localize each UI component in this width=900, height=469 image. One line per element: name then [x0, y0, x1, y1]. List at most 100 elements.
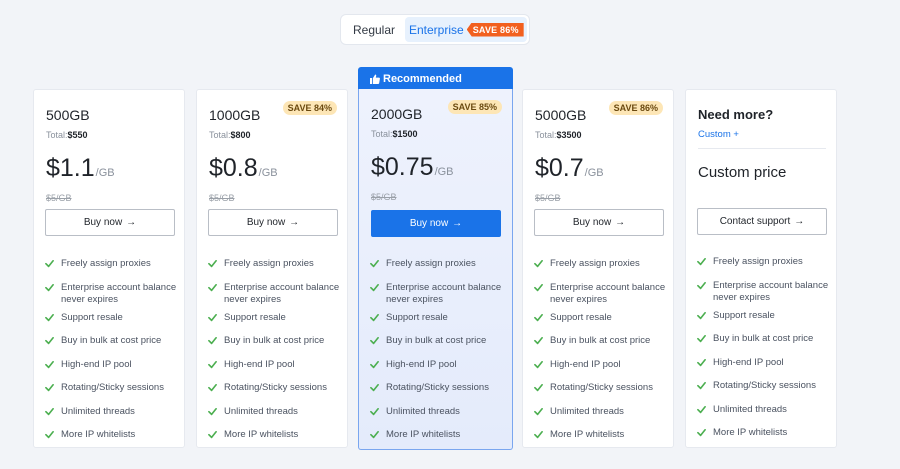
feature-item: Enterprise account balance never expires: [45, 282, 185, 306]
check-icon: [534, 259, 543, 268]
custom-title: Need more?: [698, 107, 774, 122]
plan-card-custom: Need more? Custom + Custom price Contact…: [685, 89, 837, 448]
tab-enterprise[interactable]: Enterprise SAVE 86%: [405, 17, 527, 42]
plan-card-5000gb: SAVE 86% 5000GB Total:$3500 $0.7/GB $5/G…: [522, 89, 674, 448]
arrow-right-icon: →: [452, 218, 463, 229]
feature-item: Enterprise account balance never expires: [697, 280, 837, 304]
feature-label: Rotating/Sticky sessions: [550, 382, 653, 393]
recommended-label: Recommended: [383, 72, 462, 85]
buy-now-button[interactable]: Buy now →: [208, 209, 338, 236]
feature-label: Rotating/Sticky sessions: [386, 382, 489, 393]
tab-regular[interactable]: Regular: [343, 17, 405, 42]
feature-item: More IP whitelists: [534, 429, 674, 441]
save-tag: SAVE 86%: [466, 22, 524, 37]
check-icon: [45, 430, 54, 439]
feature-item: Support resale: [208, 312, 348, 324]
feature-label: Freely assign proxies: [61, 258, 151, 269]
divider: [698, 148, 826, 149]
arrow-right-icon: →: [289, 217, 300, 228]
feature-item: Rotating/Sticky sessions: [697, 380, 837, 392]
check-icon: [534, 360, 543, 368]
feature-label: Support resale: [386, 311, 448, 323]
feature-label: Buy in bulk at cost price: [713, 333, 814, 344]
feature-item: More IP whitelists: [697, 427, 837, 439]
feature-item: Unlimited threads: [45, 406, 185, 418]
feature-label: Unlimited threads: [386, 405, 460, 417]
check-icon: [208, 430, 217, 439]
check-icon: [697, 405, 706, 413]
feature-item: High-end IP pool: [45, 359, 185, 371]
plan-old-price: $5/GB: [535, 193, 561, 203]
feature-label: Unlimited threads: [713, 403, 787, 415]
check-icon: [208, 383, 217, 392]
plan-title: 2000GB: [371, 106, 423, 122]
check-icon: [697, 334, 706, 343]
plan-price: $0.8/GB: [209, 154, 278, 182]
plan-type-toggle: Regular Enterprise SAVE 86%: [340, 14, 530, 45]
check-icon: [697, 281, 706, 289]
feature-item: Freely assign proxies: [208, 258, 348, 270]
contact-support-button[interactable]: Contact support →: [697, 208, 827, 235]
plan-total: Total:$1500: [371, 129, 418, 139]
plan-price: $0.7/GB: [535, 154, 604, 182]
feature-label: Support resale: [550, 311, 612, 323]
plan-card-500gb: 500GB Total:$550 $1.1/GB $5/GB Buy now → …: [33, 89, 185, 448]
feature-item: More IP whitelists: [45, 429, 185, 441]
check-icon: [45, 336, 54, 345]
check-icon: [697, 311, 706, 319]
tab-enterprise-label: Enterprise: [409, 22, 464, 37]
feature-item: Freely assign proxies: [45, 258, 185, 270]
check-icon: [534, 430, 543, 439]
feature-label: Enterprise account balance never expires: [61, 281, 177, 305]
feature-item: Buy in bulk at cost price: [697, 333, 837, 345]
check-icon: [208, 259, 217, 268]
check-icon: [208, 313, 217, 321]
plan-old-price: $5/GB: [209, 193, 235, 203]
check-icon: [208, 407, 217, 415]
custom-price: Custom price: [698, 164, 787, 181]
plan-price: $1.1/GB: [46, 154, 115, 182]
feature-label: High-end IP pool: [713, 356, 784, 368]
feature-item: Rotating/Sticky sessions: [370, 382, 510, 394]
buy-now-button[interactable]: Buy now →: [45, 209, 175, 236]
custom-link[interactable]: Custom +: [698, 129, 739, 140]
feature-label: More IP whitelists: [386, 429, 461, 440]
check-icon: [697, 358, 706, 366]
check-icon: [370, 407, 379, 415]
plan-title: 5000GB: [535, 107, 587, 123]
feature-label: Freely assign proxies: [713, 256, 803, 267]
feature-item: Freely assign proxies: [697, 256, 837, 268]
plan-card-2000gb: SAVE 85% 2000GB Total:$1500 $0.75/GB $5/…: [358, 89, 513, 450]
plan-old-price: $5/GB: [371, 192, 397, 202]
feature-label: Buy in bulk at cost price: [224, 335, 325, 346]
feature-item: More IP whitelists: [208, 429, 348, 441]
feature-label: Unlimited threads: [61, 405, 135, 417]
check-icon: [370, 283, 379, 291]
plan-total: Total:$800: [209, 130, 251, 140]
feature-label: Freely assign proxies: [386, 258, 476, 269]
check-icon: [370, 336, 379, 345]
arrow-right-icon: →: [615, 217, 626, 228]
check-icon: [45, 283, 54, 291]
feature-label: Enterprise account balance never expires: [550, 281, 666, 305]
check-icon: [45, 407, 54, 415]
feature-label: Enterprise account balance never expires: [224, 281, 340, 305]
feature-label: Buy in bulk at cost price: [61, 335, 162, 346]
feature-item: Unlimited threads: [370, 406, 510, 418]
feature-label: Support resale: [713, 309, 775, 321]
feature-item: Rotating/Sticky sessions: [45, 382, 185, 394]
feature-item: Freely assign proxies: [370, 258, 510, 270]
check-icon: [534, 283, 543, 291]
feature-label: More IP whitelists: [61, 429, 136, 440]
plan-price: $0.75/GB: [371, 153, 454, 181]
arrow-right-icon: →: [126, 217, 137, 228]
check-icon: [208, 336, 217, 345]
buy-now-button[interactable]: Buy now →: [534, 209, 664, 236]
feature-list: Freely assign proxies Enterprise account …: [208, 258, 348, 453]
feature-label: Unlimited threads: [550, 405, 624, 417]
feature-item: Freely assign proxies: [534, 258, 674, 270]
feature-item: More IP whitelists: [370, 429, 510, 441]
buy-now-button[interactable]: Buy now →: [371, 210, 501, 237]
save-badge: SAVE 84%: [282, 101, 337, 115]
feature-item: Enterprise account balance never expires: [208, 282, 348, 306]
